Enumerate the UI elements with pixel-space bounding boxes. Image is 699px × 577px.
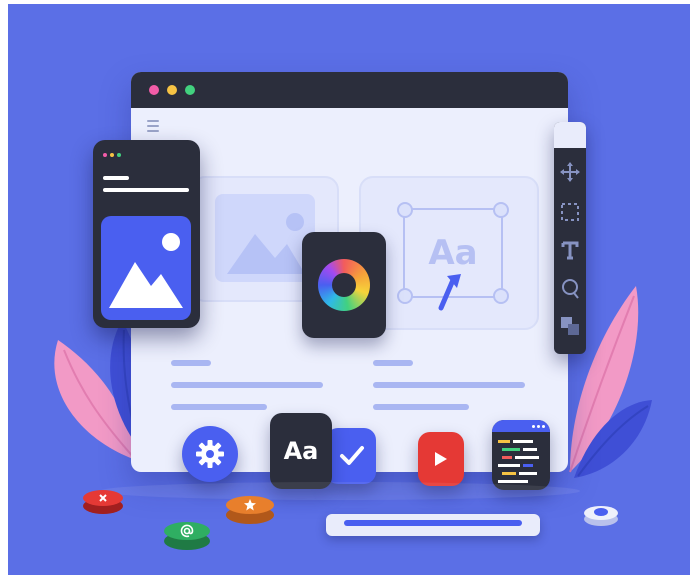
- window-dot-pink: [149, 85, 159, 95]
- keyboard-base: [326, 514, 540, 536]
- text-line: [373, 404, 469, 410]
- close-button[interactable]: [83, 490, 123, 514]
- layers-icon[interactable]: [560, 316, 580, 336]
- browser-titlebar: [131, 72, 568, 108]
- mobile-dot: [103, 153, 107, 157]
- toggle-knob[interactable]: [584, 506, 618, 526]
- text-line: [171, 404, 267, 410]
- video-tile[interactable]: [418, 432, 464, 486]
- selection-handle[interactable]: [397, 202, 413, 218]
- design-illustration: Aa Aa: [0, 0, 699, 577]
- settings-button[interactable]: [182, 426, 238, 482]
- selection-handle[interactable]: [493, 288, 509, 304]
- window-dot-yellow: [167, 85, 177, 95]
- color-picker-tile[interactable]: [302, 232, 386, 338]
- close-icon: [99, 494, 107, 502]
- text-line: [373, 382, 525, 388]
- typography-tile-text: Aa: [283, 437, 319, 465]
- play-icon: [435, 452, 447, 466]
- mobile-dot: [117, 153, 121, 157]
- color-wheel-icon: [318, 259, 370, 311]
- mobile-subtitle-line: [103, 188, 189, 192]
- window-dot-green: [185, 85, 195, 95]
- tools-toolbar: [554, 122, 586, 354]
- selection-icon[interactable]: [560, 202, 580, 222]
- move-icon[interactable]: [560, 162, 580, 182]
- cursor-arrow-icon: [438, 274, 461, 311]
- typography-tile[interactable]: Aa: [270, 413, 332, 489]
- checkmark-icon: [340, 446, 364, 465]
- menu-icon[interactable]: [147, 120, 159, 132]
- image-icon: [109, 233, 183, 308]
- star-icon: [244, 499, 256, 511]
- text-line: [373, 360, 413, 366]
- at-sign-icon: [180, 524, 194, 538]
- text-line: [171, 360, 211, 366]
- text-tool-icon[interactable]: [560, 240, 580, 260]
- gear-icon: [196, 440, 224, 468]
- keyboard-key-bar[interactable]: [344, 520, 522, 526]
- mobile-dot: [110, 153, 114, 157]
- text-line: [171, 382, 323, 388]
- toolbar-grip: [554, 122, 586, 148]
- code-lines-icon: [498, 440, 539, 483]
- mobile-preview-card: [93, 140, 200, 328]
- floor-glow: [100, 482, 580, 500]
- selection-handle[interactable]: [397, 288, 413, 304]
- code-editor-tile[interactable]: [492, 420, 550, 490]
- selection-handle[interactable]: [493, 202, 509, 218]
- typography-canvas-card: Aa: [359, 176, 539, 330]
- mobile-image: [101, 216, 191, 320]
- checkbox-tile[interactable]: [326, 428, 376, 484]
- lasso-icon[interactable]: [560, 278, 580, 300]
- favorite-button[interactable]: [226, 496, 274, 524]
- mobile-title-line: [103, 176, 129, 180]
- mention-button[interactable]: [164, 522, 210, 550]
